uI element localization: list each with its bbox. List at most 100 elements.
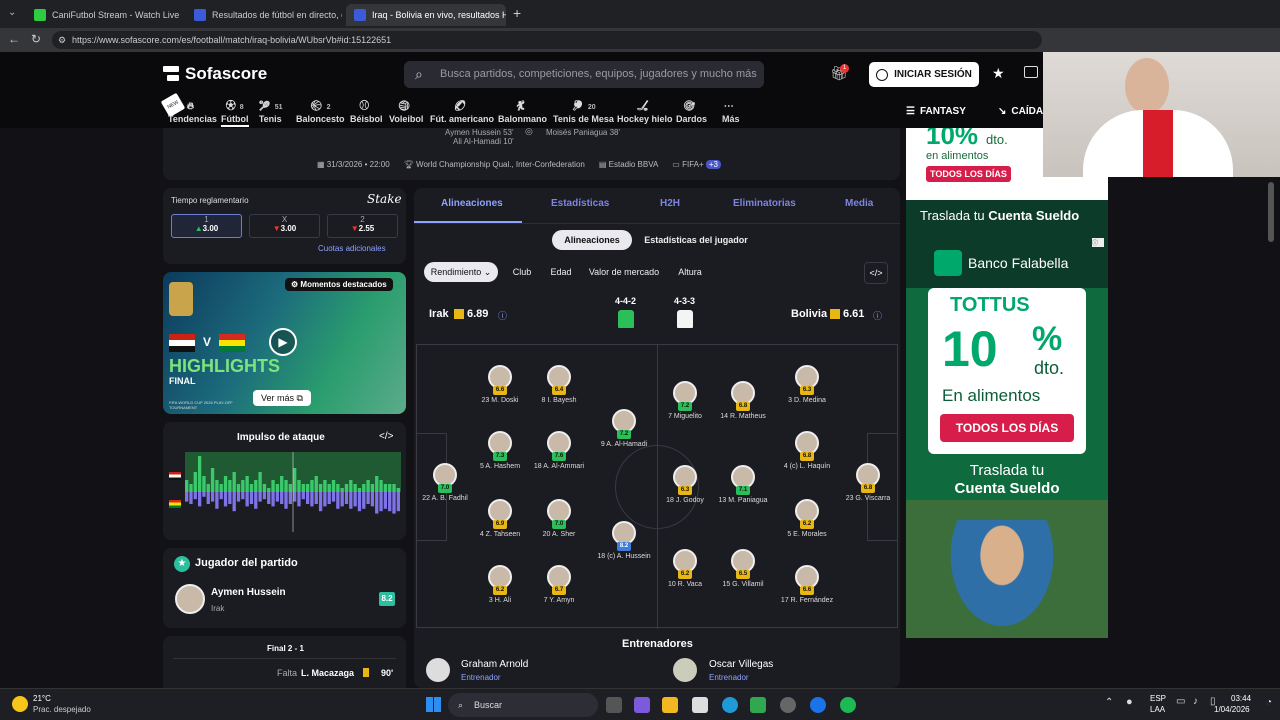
- avatar[interactable]: [426, 658, 450, 682]
- weather-icon[interactable]: [12, 696, 28, 712]
- chevron-up-icon[interactable]: ⌃: [1105, 697, 1113, 708]
- info-icon[interactable]: ⓘ: [873, 309, 882, 322]
- url-field[interactable]: ⚙ https://www.sofascore.com/es/football/…: [52, 31, 1042, 49]
- player-marker[interactable]: 6.6 17 R. Fernández: [772, 565, 842, 604]
- filter-age[interactable]: Edad: [544, 262, 578, 282]
- sport-tab-11[interactable]: 🎯︎ Dardos: [676, 100, 707, 124]
- player-marker[interactable]: 6.7 7 Y. Amyn: [524, 565, 594, 604]
- highlights-card[interactable]: ⚙ Momentos destacados V ▶ HIGHLIGHTS FIN…: [163, 272, 406, 414]
- sport-tab-1[interactable]: 🔥︎ Tendencias: [168, 100, 217, 124]
- volume-icon[interactable]: ♪: [1193, 696, 1198, 707]
- avatar[interactable]: [175, 584, 205, 614]
- odds-draw-button[interactable]: X ▼3.00: [249, 214, 320, 238]
- back-icon[interactable]: ←: [8, 32, 20, 46]
- tv-icon[interactable]: [1024, 66, 1038, 78]
- notifications-icon[interactable]: ◔: [1266, 697, 1272, 708]
- network-icon[interactable]: ▭: [1176, 696, 1185, 707]
- sport-tab-2[interactable]: ⚽︎ 8 Fútbol: [221, 100, 249, 127]
- player-marker[interactable]: 6.4 8 I. Bayesh: [524, 365, 594, 404]
- windows-start-icon[interactable]: [426, 697, 441, 712]
- player-marker[interactable]: 7.1 13 M. Paniagua: [708, 465, 778, 504]
- embed-icon[interactable]: </>: [864, 262, 888, 284]
- search-input[interactable]: ⌕ Busca partidos, competiciones, equipos…: [404, 61, 764, 88]
- filter-club[interactable]: Club: [506, 262, 538, 282]
- site-info-icon[interactable]: ⚙: [58, 31, 66, 49]
- login-button[interactable]: INICIAR SESIÓN: [869, 62, 979, 87]
- advertisement[interactable]: 10% dto. en alimentos TODOS LOS DÍAS Tra…: [906, 128, 1108, 638]
- away-coach-name[interactable]: Oscar Villegas: [709, 659, 773, 670]
- browser-tab-2[interactable]: Resultados de fútbol en directo, c ✕: [186, 4, 342, 26]
- caida-link[interactable]: ↘ CAÍDA: [998, 106, 1043, 117]
- embed-icon[interactable]: </>: [379, 431, 393, 442]
- motm-name[interactable]: Aymen Hussein: [211, 587, 286, 598]
- player-marker[interactable]: 6.8 14 R. Matheus: [708, 381, 778, 420]
- new-tab-button[interactable]: +: [513, 5, 521, 21]
- see-more-button[interactable]: Ver más ⧉: [253, 390, 311, 406]
- filter-height[interactable]: Altura: [670, 262, 710, 282]
- filter-performance[interactable]: Rendimiento ⌄: [424, 262, 498, 282]
- fantasy-link[interactable]: ☰ FANTASY: [906, 106, 966, 117]
- browser-tab-3[interactable]: Iraq - Bolivia en vivo, resultados H ✕: [346, 4, 506, 26]
- store-icon[interactable]: [692, 697, 708, 713]
- home-team-name[interactable]: Irak: [429, 308, 449, 320]
- main-tab-1[interactable]: Alineaciones: [441, 198, 503, 209]
- sport-tab-4[interactable]: 🏀︎ 2 Baloncesto: [296, 100, 345, 124]
- ad-choices-icon[interactable]: ⓘ: [1092, 238, 1104, 247]
- scrollbar-thumb[interactable]: [1268, 182, 1274, 242]
- tab-list-icon[interactable]: ⌄: [8, 7, 16, 18]
- odds-home-button[interactable]: 1 ▲3.00: [171, 214, 242, 238]
- player-marker[interactable]: 7.6 18 A. Al-Ammari: [524, 431, 594, 470]
- broadcaster[interactable]: FIFA+: [682, 160, 704, 169]
- browser-tab-1[interactable]: CaniFutbol Stream - Watch Live or ✕: [26, 4, 182, 26]
- play-icon[interactable]: ▶: [269, 328, 297, 356]
- more-odds-link[interactable]: Cuotas adicionales: [318, 244, 386, 253]
- subtab-lineups[interactable]: Alineaciones: [552, 230, 632, 250]
- sport-tab-3[interactable]: 🎾︎ 51 Tenis: [258, 100, 283, 124]
- away-team-name[interactable]: Bolivia: [791, 308, 827, 320]
- clock-date[interactable]: 1/04/2026: [1214, 705, 1250, 714]
- microphone-icon[interactable]: ●: [1126, 696, 1133, 708]
- avatar[interactable]: [673, 658, 697, 682]
- player-marker[interactable]: 8.2 18 (c) A. Hussein: [589, 521, 659, 560]
- lang-2[interactable]: LAA: [1150, 705, 1165, 714]
- sofascore-logo[interactable]: Sofascore: [163, 64, 267, 84]
- main-tab-5[interactable]: Media: [845, 198, 873, 209]
- taskbar-search[interactable]: ⌕ Buscar: [448, 693, 598, 717]
- edge-icon[interactable]: [722, 697, 738, 713]
- app-icon[interactable]: [750, 697, 766, 713]
- player-marker[interactable]: 6.8 23 G. Viscarra: [833, 463, 903, 502]
- lang-1[interactable]: ESP: [1150, 694, 1166, 703]
- main-tab-2[interactable]: Estadísticas: [551, 198, 609, 209]
- home-coach-name[interactable]: Graham Arnold: [461, 659, 528, 670]
- copilot-icon[interactable]: [634, 697, 650, 713]
- favorites-star-icon[interactable]: ★: [992, 65, 1005, 82]
- player-marker[interactable]: 6.5 15 G. Villamil: [708, 549, 778, 588]
- player-marker[interactable]: 6.8 4 (c) L. Haquín: [772, 431, 842, 470]
- odds-away-button[interactable]: 2 ▼2.55: [327, 214, 398, 238]
- task-view-icon[interactable]: [606, 697, 622, 713]
- sport-tab-10[interactable]: 🏒︎ Hockey hielo: [617, 100, 673, 124]
- sport-tab-5[interactable]: ⚾︎ Béisbol: [350, 100, 383, 124]
- reload-icon[interactable]: ↻: [31, 32, 41, 46]
- filter-market-value[interactable]: Valor de mercado: [586, 262, 662, 282]
- player-marker[interactable]: 6.3 3 D. Medina: [772, 365, 842, 404]
- app-icon[interactable]: [780, 697, 796, 713]
- player-marker[interactable]: 6.2 5 E. Morales: [772, 499, 842, 538]
- file-explorer-icon[interactable]: [662, 697, 678, 713]
- competition[interactable]: World Championship Qual., Inter-Confeder…: [416, 160, 585, 169]
- sport-tab-9[interactable]: 🏓︎ 20 Tenis de Mesa: [553, 100, 614, 124]
- player-marker[interactable]: 7.0 20 A. Sher: [524, 499, 594, 538]
- main-tab-3[interactable]: H2H: [660, 198, 680, 209]
- sport-tab-7[interactable]: 🏈︎ Fút. americano: [430, 100, 494, 124]
- foul-player[interactable]: L. Macazaga: [301, 668, 354, 678]
- spotify-icon[interactable]: [840, 697, 856, 713]
- sport-tab-6[interactable]: 🏐︎ Voleibol: [389, 100, 423, 124]
- subtab-player-stats[interactable]: Estadísticas del jugador: [636, 230, 756, 250]
- player-marker[interactable]: 7.2 9 A. Al-Hamadi: [589, 409, 659, 448]
- info-icon[interactable]: ⓘ: [498, 309, 507, 322]
- chrome-icon[interactable]: [810, 697, 826, 713]
- stake-logo[interactable]: Stake: [367, 192, 402, 206]
- main-tab-4[interactable]: Eliminatorias: [733, 198, 796, 209]
- sport-tab-8[interactable]: 🤾︎ Balonmano: [498, 100, 547, 124]
- clock-time[interactable]: 03:44: [1231, 694, 1251, 703]
